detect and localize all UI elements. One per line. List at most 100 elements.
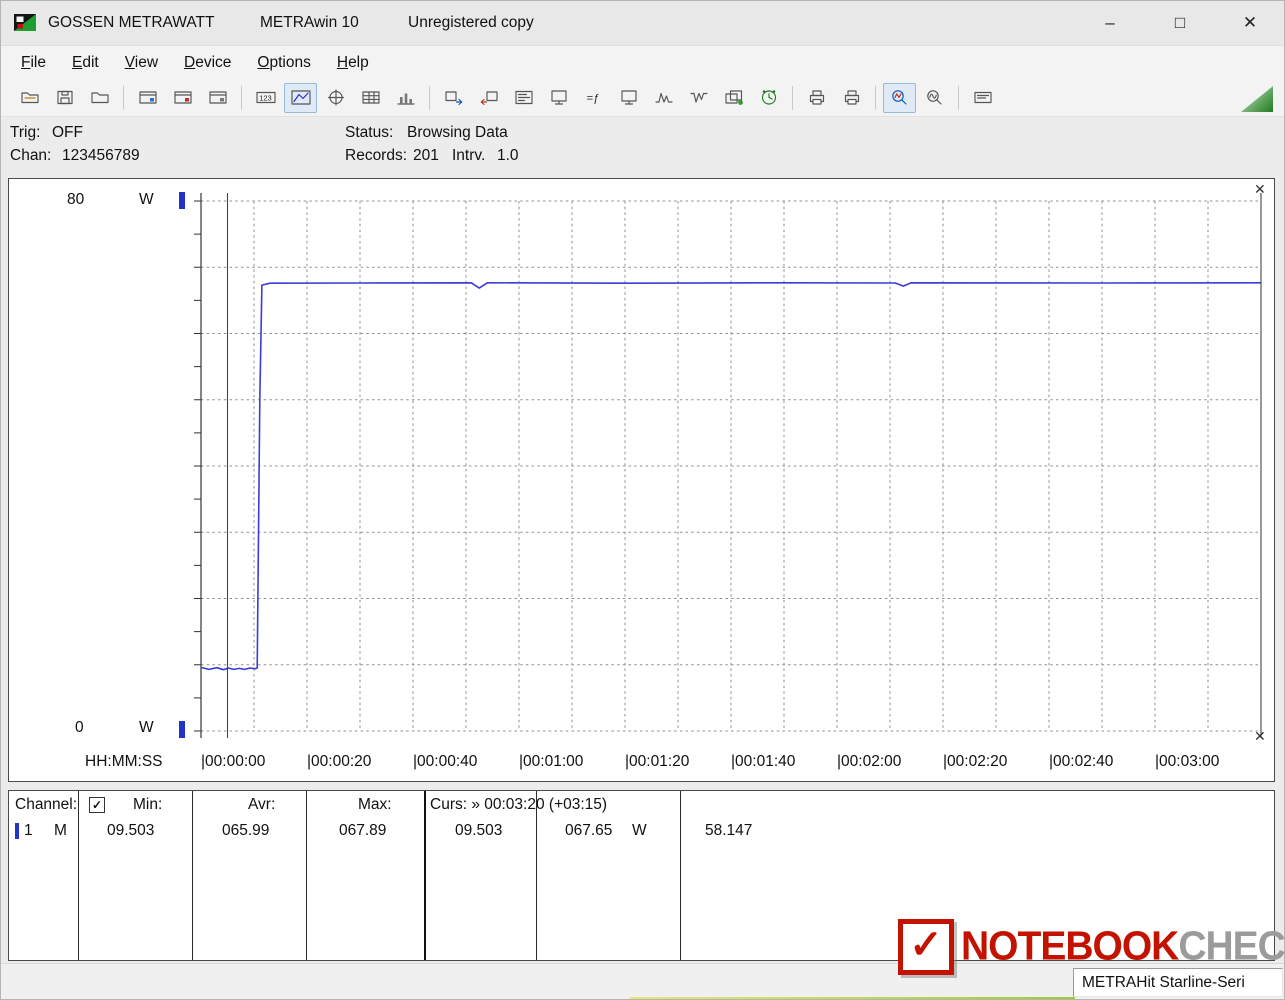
toolbar-separator <box>875 85 876 110</box>
new-window-icon[interactable] <box>201 83 234 113</box>
title-bar: GOSSEN METRAWATT METRAwin 10 Unregistere… <box>0 0 1285 46</box>
min-value: 09.503 <box>107 822 155 839</box>
timer-icon[interactable] <box>752 83 785 113</box>
toolbar-separator <box>792 85 793 110</box>
wave-upper-icon[interactable] <box>682 83 715 113</box>
menu-edit[interactable]: Edit <box>59 46 112 79</box>
menu-options[interactable]: Options <box>244 46 323 79</box>
trig-value: OFF <box>52 124 83 141</box>
table-separator <box>536 791 537 960</box>
trend-chart-canvas[interactable] <box>9 179 1274 781</box>
notebookcheck-check-icon: ✓ <box>898 919 954 975</box>
trig-label: Trig: <box>10 124 41 141</box>
x-tick-label: |00:02:40 <box>1049 753 1114 770</box>
table-separator <box>192 791 193 960</box>
print-preview-icon[interactable] <box>800 83 833 113</box>
avr-value: 065.99 <box>222 822 270 839</box>
pc-display-icon[interactable] <box>612 83 645 113</box>
device-send-icon[interactable] <box>437 83 470 113</box>
menu-view[interactable]: View <box>112 46 171 79</box>
menu-bar: File Edit View Device Options Help <box>0 46 1285 79</box>
print-icon[interactable] <box>835 83 868 113</box>
x-tick-label: |00:01:20 <box>625 753 690 770</box>
channel-number: 1 <box>24 822 33 839</box>
y-max-label: 80 <box>67 191 85 208</box>
device-monitor-icon[interactable] <box>542 83 575 113</box>
table-separator <box>680 791 681 960</box>
app-icon <box>14 14 36 31</box>
scope-view-icon[interactable] <box>319 83 352 113</box>
window-title-product: METRAwin 10 <box>260 14 359 31</box>
records-value: 201 <box>413 147 439 164</box>
close-button[interactable]: ✕ <box>1225 0 1275 45</box>
wave-lower-icon[interactable] <box>647 83 680 113</box>
table-separator-major <box>424 791 426 960</box>
maximize-button[interactable]: □ <box>1155 0 1205 45</box>
table-separator <box>78 791 79 960</box>
annotation-icon[interactable] <box>966 83 999 113</box>
menu-device[interactable]: Device <box>171 46 244 79</box>
chan-label: Chan: <box>10 147 52 164</box>
formula-icon[interactable]: =ƒ <box>577 83 610 113</box>
channel-mode: M <box>54 822 67 839</box>
cursor-handle-top[interactable]: ✕ <box>1254 181 1266 198</box>
bargraph-view-icon[interactable] <box>389 83 422 113</box>
x-tick-label: |00:00:20 <box>307 753 372 770</box>
status-panel: Trig: OFF Chan: 123456789 Status: Browsi… <box>0 117 1285 178</box>
zoom-curve-icon[interactable] <box>918 83 951 113</box>
folder-icon[interactable] <box>83 83 116 113</box>
intrv-label: Intrv. <box>452 147 486 164</box>
status-label: Status: <box>345 124 394 141</box>
channel-header: Channel: <box>15 796 78 813</box>
channel-color-marker <box>15 823 19 839</box>
x-tick-label: |00:02:00 <box>837 753 902 770</box>
menu-help[interactable]: Help <box>324 46 382 79</box>
chan-value: 123456789 <box>62 147 140 164</box>
file-open-icon[interactable] <box>13 83 46 113</box>
minimize-button[interactable]: – <box>1085 0 1135 45</box>
cursor-header: Curs: » 00:03:20 (+03:15) <box>430 796 608 813</box>
cursor-handle-bottom[interactable]: ✕ <box>1254 728 1266 745</box>
channels-copy-icon[interactable] <box>717 83 750 113</box>
delete-window-icon[interactable] <box>166 83 199 113</box>
svg-text:123: 123 <box>259 94 272 103</box>
cursor-unit: W <box>632 822 647 839</box>
toolbar: 123 =ƒ <box>0 79 1285 117</box>
y-min-label: 0 <box>75 719 84 736</box>
menu-file[interactable]: File <box>8 46 59 79</box>
x-tick-label: |00:00:00 <box>201 753 266 770</box>
trend-chart-panel: 80 W 0 W ✕ ✕ HH:MM:SS |00:00:00 |00:00:20… <box>8 178 1275 782</box>
table-view-icon[interactable] <box>354 83 387 113</box>
avr-header: Avr: <box>248 796 276 813</box>
x-tick-label: |00:01:40 <box>731 753 796 770</box>
cursor2-value: 067.65 <box>565 822 613 839</box>
numeric-display-icon[interactable]: 123 <box>249 83 282 113</box>
x-tick-label: |00:00:40 <box>413 753 478 770</box>
max-value: 067.89 <box>339 822 387 839</box>
intrv-value: 1.0 <box>497 147 519 164</box>
toolbar-separator <box>123 85 124 110</box>
notebookcheck-watermark: ✓ NOTEBOOK CHECK <box>898 916 1285 978</box>
trend-view-icon[interactable] <box>284 82 317 113</box>
svg-text:=ƒ: =ƒ <box>586 93 599 105</box>
zoom-trend-icon[interactable] <box>883 82 916 113</box>
file-save-icon[interactable] <box>48 83 81 113</box>
toolbar-separator <box>241 85 242 110</box>
cursor-average-value: 58.147 <box>705 822 753 839</box>
x-axis-labels: HH:MM:SS |00:00:00 |00:00:20 |00:00:40 |00:… <box>9 753 1274 779</box>
channel-marker-bottom <box>179 721 185 738</box>
y-unit-top-label: W <box>139 191 154 208</box>
window-title-app: GOSSEN METRAWATT <box>48 14 215 31</box>
export-window-icon[interactable] <box>131 83 164 113</box>
device-receive-icon[interactable] <box>472 83 505 113</box>
min-header: Min: <box>133 796 163 813</box>
channel-visible-checkbox[interactable]: ✓ <box>89 797 105 813</box>
table-separator <box>306 791 307 960</box>
device-config-icon[interactable] <box>507 83 540 113</box>
channel-marker-top <box>179 192 185 209</box>
x-tick-label: |00:03:00 <box>1155 753 1220 770</box>
toolbar-separator <box>429 85 430 110</box>
y-unit-bottom-label: W <box>139 719 154 736</box>
max-header: Max: <box>358 796 392 813</box>
window-title-license: Unregistered copy <box>408 14 534 31</box>
